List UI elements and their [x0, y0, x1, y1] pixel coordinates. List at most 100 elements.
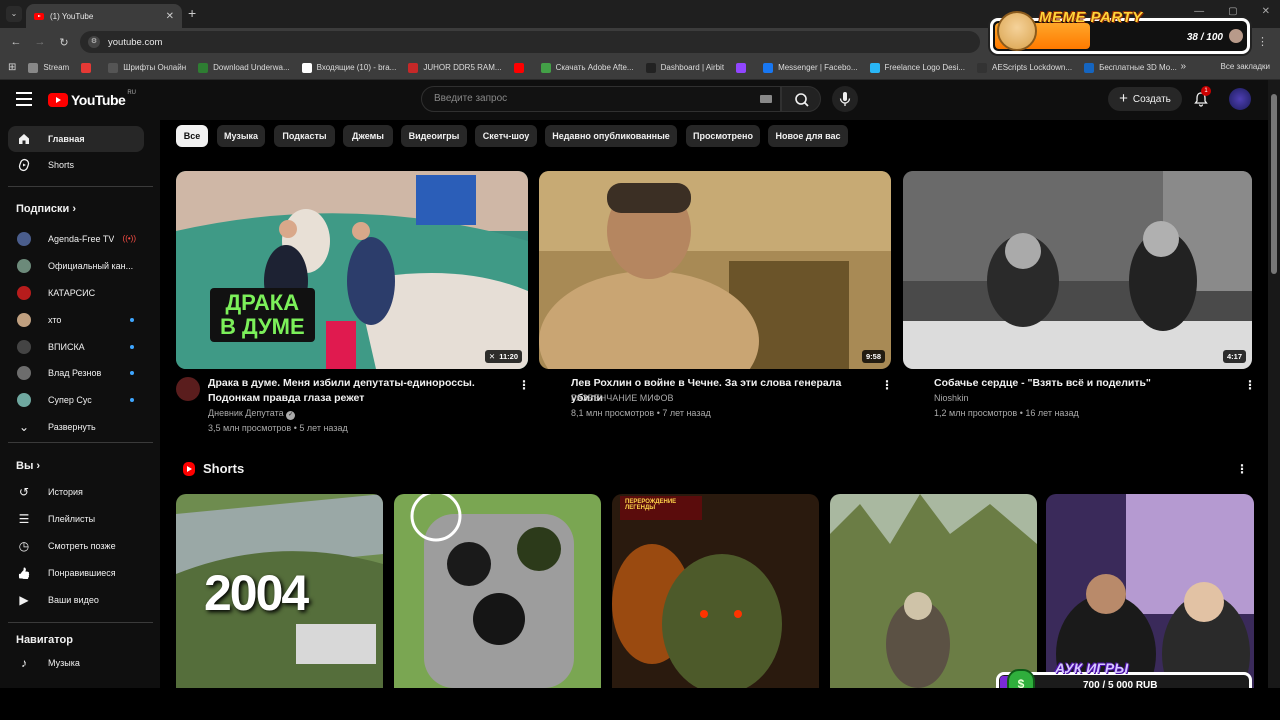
video-meta: 8,1 млн просмотров • 7 лет назад [571, 408, 711, 418]
bookmark-item[interactable]: Шрифты Онлайн [108, 62, 186, 73]
forward-icon[interactable]: → [28, 36, 52, 48]
bookmark-item[interactable]: Download Underwa... [198, 62, 290, 73]
apps-icon[interactable]: ⊞ [8, 62, 16, 73]
bookmark-item[interactable]: Бесплатные 3D Мо... [1084, 62, 1177, 73]
bookmark-item[interactable] [736, 62, 751, 73]
scrollbar-thumb[interactable] [1271, 94, 1277, 274]
duration-text: 11:20 [499, 352, 518, 361]
bookmark-item[interactable]: Messenger | Facebo... [763, 62, 858, 73]
filter-chip[interactable]: Просмотрено [686, 125, 760, 147]
thumbnail-image [903, 171, 1252, 369]
video-thumbnail[interactable]: 9:58 [539, 171, 891, 369]
short-card[interactable] [394, 494, 601, 688]
create-button[interactable]: + Создать [1108, 87, 1182, 111]
bookmark-label: Stream [43, 63, 70, 72]
close-tab-icon[interactable]: ✕ [166, 11, 174, 22]
sidebar-item-watch-later[interactable]: ◷ Смотреть позже [8, 533, 144, 559]
sidebar-item-subscription[interactable]: Влад Резнов [8, 360, 144, 386]
search-input[interactable]: Введите запрос [421, 86, 781, 112]
video-title[interactable]: Драка в думе. Меня избили депутаты-едино… [208, 376, 508, 406]
channel-name[interactable]: РАЗВЕНЧАНИЕ МИФОВ [571, 393, 674, 403]
bookmark-item[interactable] [513, 62, 529, 73]
new-tab-button[interactable]: + [188, 5, 196, 21]
bookmark-favicon-icon [736, 62, 747, 73]
browser-menu-icon[interactable]: ⋮ [1257, 35, 1268, 48]
youtube-logo[interactable]: YouTube RU [48, 90, 136, 108]
video-thumbnail[interactable]: ДРАКА В ДУМЕ ✕ 11:20 [176, 171, 528, 369]
short-thumbnail-image [612, 494, 819, 688]
short-card[interactable]: ПЕРЕРОЖДЕНИЕ ЛЕГЕНДЫ [612, 494, 819, 688]
reload-icon[interactable]: ↻ [52, 36, 76, 49]
browser-tab[interactable]: (1) YouTube ✕ [26, 4, 182, 28]
bookmark-item[interactable]: JUHOR DDR5 RAM... [408, 62, 502, 73]
filter-chip[interactable]: Все [176, 125, 208, 147]
notifications-button[interactable]: 1 [1192, 86, 1211, 108]
bookmark-item[interactable]: AEScripts Lockdown... [977, 62, 1072, 73]
video-title[interactable]: Собачье сердце - "Взять всё и поделить" [934, 376, 1234, 391]
sidebar-item-subscription[interactable]: Официальный кан... [8, 253, 144, 279]
short-card[interactable] [1046, 494, 1254, 688]
back-icon[interactable]: ← [4, 36, 28, 48]
sidebar-item-subscription[interactable]: ВПИСКА [8, 334, 144, 360]
sidebar-item-like[interactable]: 👍 Понравившиеся [8, 560, 144, 586]
window-controls: — ▢ ✕ [1194, 6, 1270, 17]
video-thumbnail[interactable]: 4:17 [903, 171, 1252, 369]
bookmark-item[interactable]: Freelance Logo Desi... [869, 62, 965, 73]
short-card[interactable] [830, 494, 1037, 688]
filter-chip[interactable]: Новое для вас [768, 125, 848, 147]
short-card[interactable]: 2004 [176, 494, 383, 688]
you-heading[interactable]: Вы › [16, 460, 40, 472]
sidebar-expand-button[interactable]: ⌄ Развернуть [8, 414, 144, 440]
sidebar-item-label: Развернуть [48, 422, 96, 432]
sidebar-item-home[interactable]: Главная [8, 126, 144, 152]
video-more-icon[interactable]: ⋮ [518, 378, 530, 392]
bookmarks-more-icon[interactable]: » [1180, 61, 1186, 72]
bookmark-item[interactable]: Stream [28, 62, 70, 73]
youtube-play-icon [48, 93, 68, 107]
bookmark-item[interactable]: Входящие (10) - bra... [301, 62, 396, 73]
sidebar-item-music[interactable]: ♪ Музыка [8, 650, 144, 676]
filter-chip[interactable]: Видеоигры [401, 125, 467, 147]
filter-chip[interactable]: Скетч-шоу [475, 125, 537, 147]
filter-chip[interactable]: Недавно опубликованные [545, 125, 677, 147]
video-meta: 1,2 млн просмотров • 16 лет назад [934, 408, 1079, 418]
bookmark-item[interactable]: Dashboard | Airbit [645, 62, 724, 73]
all-bookmarks-link[interactable]: Все закладки [1221, 62, 1270, 71]
tab-search-button[interactable]: ⌄ [6, 6, 22, 22]
bookmark-item[interactable]: Скачать Adobe Afte... [540, 62, 634, 73]
sidebar-item-shorts[interactable]: Shorts [8, 152, 144, 178]
menu-icon[interactable] [16, 92, 32, 110]
voice-search-button[interactable] [832, 86, 858, 112]
url-field[interactable]: ⚙ youtube.com [80, 31, 980, 53]
filter-chip[interactable]: Джемы [343, 125, 393, 147]
sidebar-item-playlists[interactable]: ☰ Плейлисты [8, 506, 144, 532]
sidebar-item-your-videos[interactable]: ▶ Ваши видео [8, 587, 144, 613]
channel-name[interactable]: Дневник Депутата ✓ [208, 408, 296, 420]
search-button[interactable] [781, 86, 821, 112]
maximize-icon[interactable]: ▢ [1228, 6, 1237, 17]
like-icon: 👍 [17, 567, 31, 580]
video-more-icon[interactable]: ⋮ [1244, 378, 1256, 392]
filter-chip[interactable]: Подкасты [274, 125, 335, 147]
subscriptions-heading[interactable]: Подписки › [16, 203, 76, 215]
channel-avatar[interactable] [176, 377, 200, 401]
keyboard-icon[interactable] [760, 95, 772, 103]
sidebar-item-history[interactable]: ↺ История [8, 479, 144, 505]
bookmark-item[interactable] [81, 62, 96, 73]
sidebar-item-subscription[interactable]: Agenda-Free TV ((•)) [8, 226, 144, 252]
account-avatar[interactable] [1229, 88, 1251, 110]
shorts-more-icon[interactable]: ⋮ [1236, 462, 1248, 476]
channel-name[interactable]: Nioshkin [934, 393, 969, 403]
shorts-heading: Shorts [183, 461, 244, 476]
sidebar-item-subscription[interactable]: хто [8, 307, 144, 333]
sidebar-item-label: хто [48, 315, 62, 325]
new-content-dot [130, 318, 134, 322]
filter-chip[interactable]: Музыка [217, 125, 265, 147]
minimize-icon[interactable]: — [1194, 6, 1204, 17]
site-info-icon[interactable]: ⚙ [88, 36, 100, 48]
page-scrollbar[interactable] [1268, 80, 1280, 688]
sidebar-item-subscription[interactable]: КАТАРСИС [8, 280, 144, 306]
close-window-icon[interactable]: ✕ [1262, 6, 1270, 17]
video-more-icon[interactable]: ⋮ [881, 378, 893, 392]
sidebar-item-subscription[interactable]: Супер Сус [8, 387, 144, 413]
